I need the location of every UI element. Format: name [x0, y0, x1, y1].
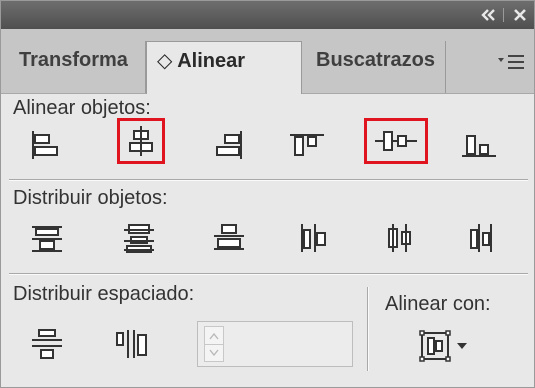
distribute-spacing-label: Distribuir espaciado:: [13, 283, 195, 305]
distribute-vertical-space-button[interactable]: [25, 325, 69, 363]
distribute-horizontal-center-icon: [388, 224, 411, 252]
align-to-label: Alinear con:: [385, 293, 491, 315]
align-horizontal-center-button[interactable]: [117, 118, 165, 164]
titlebar-divider: [503, 8, 504, 22]
distribute-horizontal-space-icon: [116, 330, 147, 358]
spacing-stepper[interactable]: [204, 326, 224, 362]
align-to-selection-icon: [419, 330, 451, 362]
distribute-bottom-button[interactable]: [207, 219, 251, 257]
align-bottom-icon: [462, 135, 496, 157]
tab-transforma[interactable]: Transforma: [9, 41, 146, 93]
align-right-button[interactable]: [207, 126, 251, 164]
distribute-horizontal-center-button[interactable]: [377, 219, 421, 257]
distribute-right-button[interactable]: [459, 219, 503, 257]
tab-bar: Transforma ◇ Alinear Buscatrazos: [1, 29, 534, 94]
align-panel: Transforma ◇ Alinear Buscatrazos Alinear…: [0, 0, 535, 388]
vertical-divider: [367, 287, 369, 371]
stepper-up-icon[interactable]: [205, 327, 223, 345]
distribute-top-button[interactable]: [25, 219, 69, 257]
spacing-value-input[interactable]: [197, 321, 353, 367]
close-icon[interactable]: [513, 6, 527, 24]
panel-titlebar[interactable]: [1, 1, 534, 29]
distribute-vertical-space-icon: [32, 329, 62, 359]
section-divider: [9, 273, 528, 275]
align-bottom-button[interactable]: [457, 126, 501, 164]
distribute-top-icon: [32, 226, 62, 252]
distribute-left-button[interactable]: [291, 219, 335, 257]
distribute-horizontal-space-button[interactable]: [111, 325, 155, 363]
distribute-vertical-center-button[interactable]: [117, 219, 161, 257]
distribute-vertical-center-icon: [124, 224, 154, 253]
dropdown-triangle-icon: [457, 343, 467, 349]
double-chevron-left-icon[interactable]: [479, 6, 497, 24]
align-vertical-center-button[interactable]: [364, 118, 428, 164]
align-top-button[interactable]: [285, 126, 329, 164]
distribute-right-icon: [470, 224, 492, 252]
align-objects-label: Alinear objetos:: [13, 97, 151, 119]
align-left-icon: [32, 131, 58, 159]
section-divider: [9, 179, 528, 181]
stepper-down-icon[interactable]: [205, 344, 223, 361]
tab-alinear[interactable]: ◇ Alinear: [146, 41, 302, 94]
align-to-dropdown[interactable]: [413, 327, 473, 365]
panel-menu-icon[interactable]: [496, 51, 528, 73]
align-horizontal-center-icon: [129, 126, 153, 156]
distribute-bottom-icon: [214, 224, 244, 250]
align-right-icon: [216, 131, 242, 159]
distribute-left-icon: [301, 224, 326, 252]
distribute-objects-label: Distribuir objetos:: [13, 187, 168, 209]
align-vertical-center-icon: [375, 131, 417, 151]
align-left-button[interactable]: [23, 126, 67, 164]
tab-buscatrazos[interactable]: Buscatrazos: [306, 41, 446, 93]
align-top-icon: [290, 134, 324, 156]
